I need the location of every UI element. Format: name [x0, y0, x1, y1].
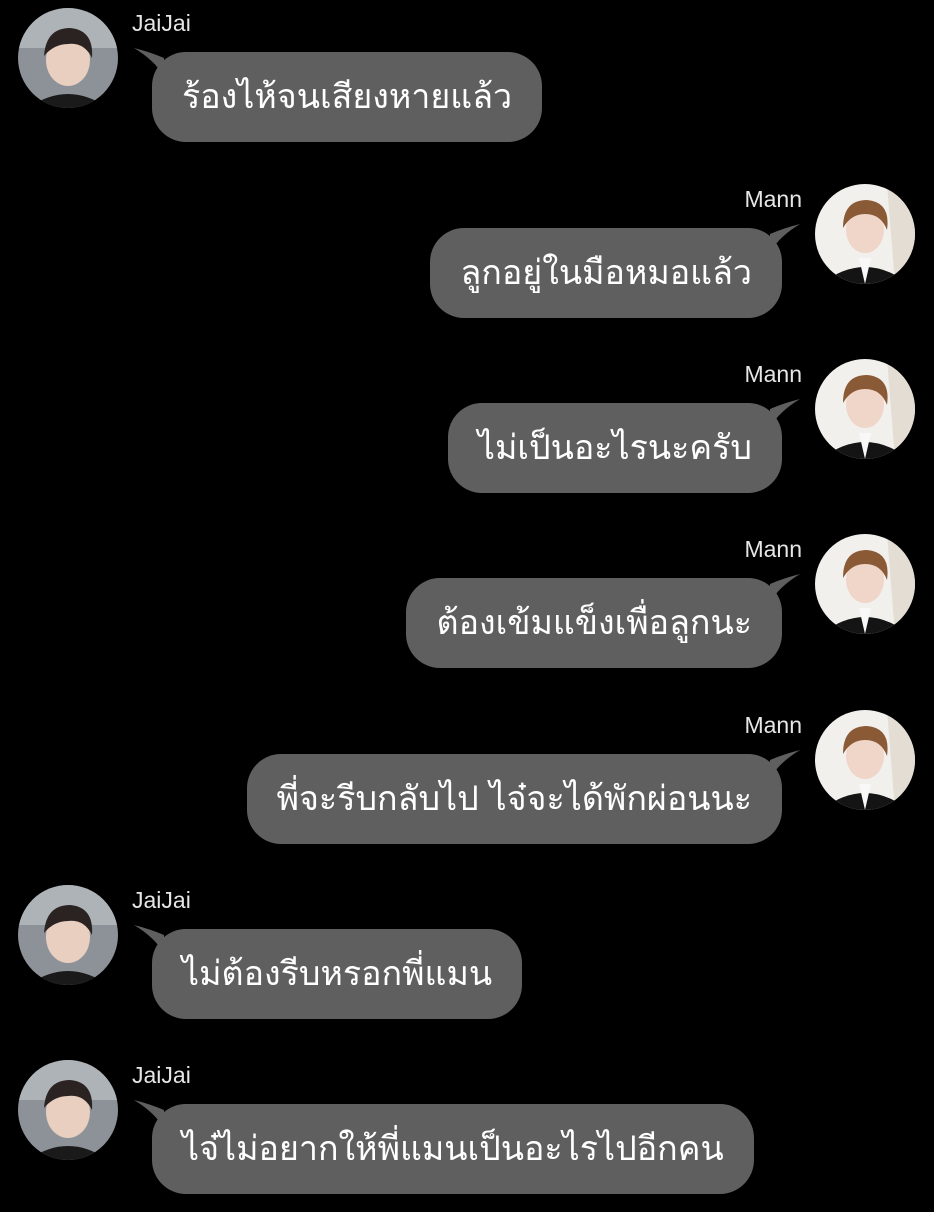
mann-avatar-image	[815, 534, 915, 634]
sender-name: JaiJai	[132, 887, 191, 913]
sender-name: JaiJai	[132, 1062, 191, 1088]
message-bubble[interactable]: ลูกอยู่ในมือหมอแล้ว	[430, 228, 782, 318]
jaijai-avatar[interactable]	[18, 8, 118, 108]
mann-avatar[interactable]	[815, 710, 915, 810]
mann-avatar[interactable]	[815, 184, 915, 284]
message-bubble[interactable]: ร้องไห้จนเสียงหายแล้ว	[152, 52, 543, 142]
sender-name: Mann	[744, 536, 802, 562]
sender-name: Mann	[744, 186, 802, 212]
message-bubble[interactable]: ไม่ต้องรีบหรอกพี่แมน	[152, 929, 523, 1019]
message-bubble[interactable]: ไม่เป็นอะไรนะครับ	[447, 403, 782, 493]
mann-avatar[interactable]	[815, 359, 915, 459]
jaijai-avatar-image	[18, 1060, 118, 1160]
mann-avatar-image	[815, 359, 915, 459]
message-bubble[interactable]: พี่จะรีบกลับไป ไจ๋จะได้พักผ่อนนะ	[246, 754, 782, 844]
mann-avatar[interactable]	[815, 534, 915, 634]
mann-avatar-image	[815, 710, 915, 810]
message-row: Mann พี่จะรีบกลับไป ไจ๋จะได้พักผ่อนนะ	[0, 702, 934, 862]
sender-name: Mann	[744, 712, 802, 738]
sender-name: JaiJai	[132, 10, 191, 36]
message-row: Mann ต้องเข้มแข็งเพื่อลูกนะ	[0, 526, 934, 686]
message-row: Mann ลูกอยู่ในมือหมอแล้ว	[0, 176, 934, 336]
jaijai-avatar[interactable]	[18, 1060, 118, 1160]
message-row: Mann ไม่เป็นอะไรนะครับ	[0, 351, 934, 511]
message-row: JaiJai ไม่ต้องรีบหรอกพี่แมน	[0, 877, 934, 1037]
mann-avatar-image	[815, 184, 915, 284]
jaijai-avatar-image	[18, 885, 118, 985]
message-row: JaiJai ร้องไห้จนเสียงหายแล้ว	[0, 0, 934, 160]
message-bubble[interactable]: ต้องเข้มแข็งเพื่อลูกนะ	[406, 578, 782, 668]
jaijai-avatar-image	[18, 8, 118, 108]
message-bubble[interactable]: ไจ๋ไม่อยากให้พี่แมนเป็นอะไรไปอีกคน	[152, 1104, 754, 1194]
sender-name: Mann	[744, 361, 802, 387]
jaijai-avatar[interactable]	[18, 885, 118, 985]
message-row: JaiJai ไจ๋ไม่อยากให้พี่แมนเป็นอะไรไปอีกค…	[0, 1052, 934, 1212]
